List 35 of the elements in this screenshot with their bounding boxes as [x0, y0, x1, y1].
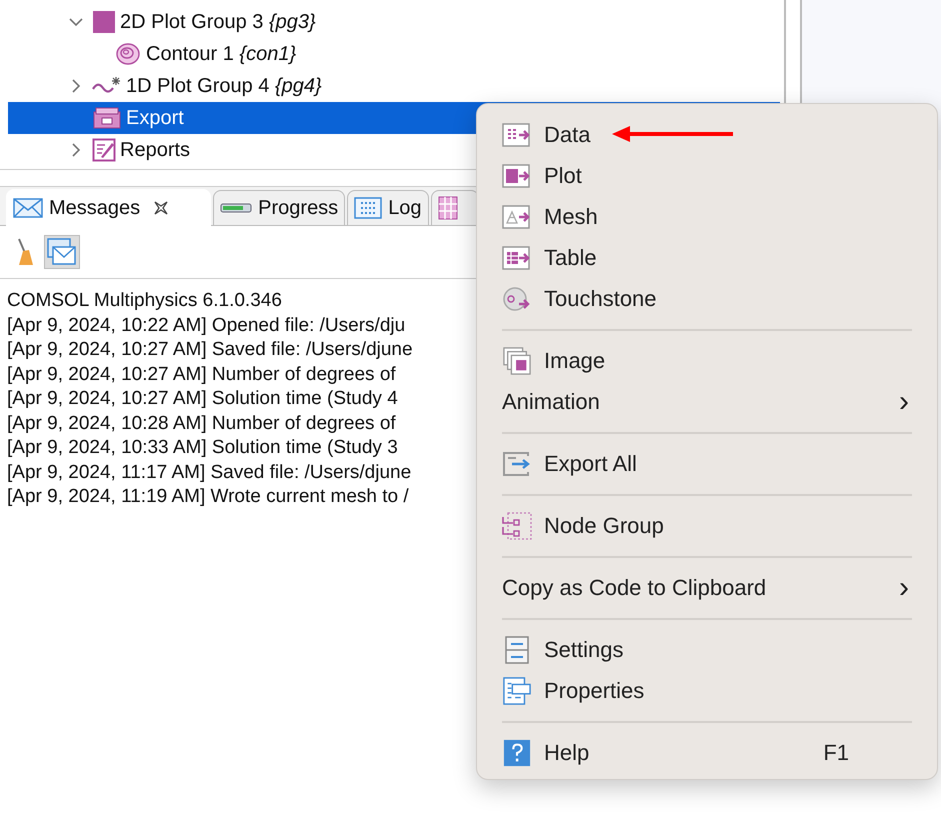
- menu-item[interactable]: Export All: [477, 443, 937, 484]
- log-line: [Apr 9, 2024, 10:27 AM] Solution time (Study 4: [7, 387, 398, 411]
- submenu-item[interactable]: Copy as Code to Clipboard ›: [477, 567, 937, 608]
- menu-item[interactable]: Mesh: [477, 196, 937, 237]
- panel-tab[interactable]: Messages: [6, 189, 212, 226]
- menu-item[interactable]: Properties: [477, 670, 937, 711]
- log-line: [Apr 9, 2024, 11:17 AM] Saved file: /Users/djune: [7, 460, 412, 484]
- panel-tab[interactable]: Progress: [213, 190, 346, 225]
- log-line: COMSOL Multiphysics 6.1.0.346: [7, 289, 282, 313]
- shortcut-label: F1: [823, 740, 849, 766]
- tree-item-label: Export: [126, 106, 184, 130]
- tree-item-label: 2D Plot Group 3 {pg3}: [120, 10, 316, 34]
- tree-item[interactable]: 2D Plot Group 3 {pg3}: [8, 6, 780, 38]
- tree-item[interactable]: 1D Plot Group 4 {pg4}: [8, 70, 780, 102]
- tree-item-label: Contour 1 {con1}: [146, 42, 296, 66]
- menu-item[interactable]: Help F1: [477, 732, 937, 773]
- tree-item-label: 1D Plot Group 4 {pg4}: [126, 74, 322, 98]
- tree-item[interactable]: Contour 1 {con1}: [8, 38, 780, 70]
- log-line: [Apr 9, 2024, 10:33 AM] Solution time (Study 3: [7, 436, 398, 460]
- menu-item[interactable]: Touchstone: [477, 278, 937, 319]
- menu-item[interactable]: Node Group: [477, 505, 937, 546]
- tree-item-label: Reports: [120, 138, 190, 162]
- submenu-arrow: ›: [899, 572, 909, 602]
- submenu-item[interactable]: Animation ›: [477, 381, 937, 422]
- menu-item[interactable]: Plot: [477, 155, 937, 196]
- submenu-arrow: ›: [899, 386, 909, 416]
- log-line: [Apr 9, 2024, 10:27 AM] Number of degrees of: [7, 362, 396, 386]
- log-line: [Apr 9, 2024, 10:28 AM] Number of degrees of: [7, 412, 396, 436]
- menu-item[interactable]: Table: [477, 237, 937, 278]
- log-line: [Apr 9, 2024, 11:19 AM] Wrote current mesh to /: [7, 485, 409, 509]
- log-line: [Apr 9, 2024, 10:27 AM] Saved file: /Users/djune: [7, 338, 413, 362]
- menu-item[interactable]: Image: [477, 340, 937, 381]
- log-line: [Apr 9, 2024, 10:22 AM] Opened file: /Users/dju: [7, 314, 406, 338]
- menu-item[interactable]: Settings: [477, 629, 937, 670]
- panel-tab[interactable]: Log: [347, 190, 429, 225]
